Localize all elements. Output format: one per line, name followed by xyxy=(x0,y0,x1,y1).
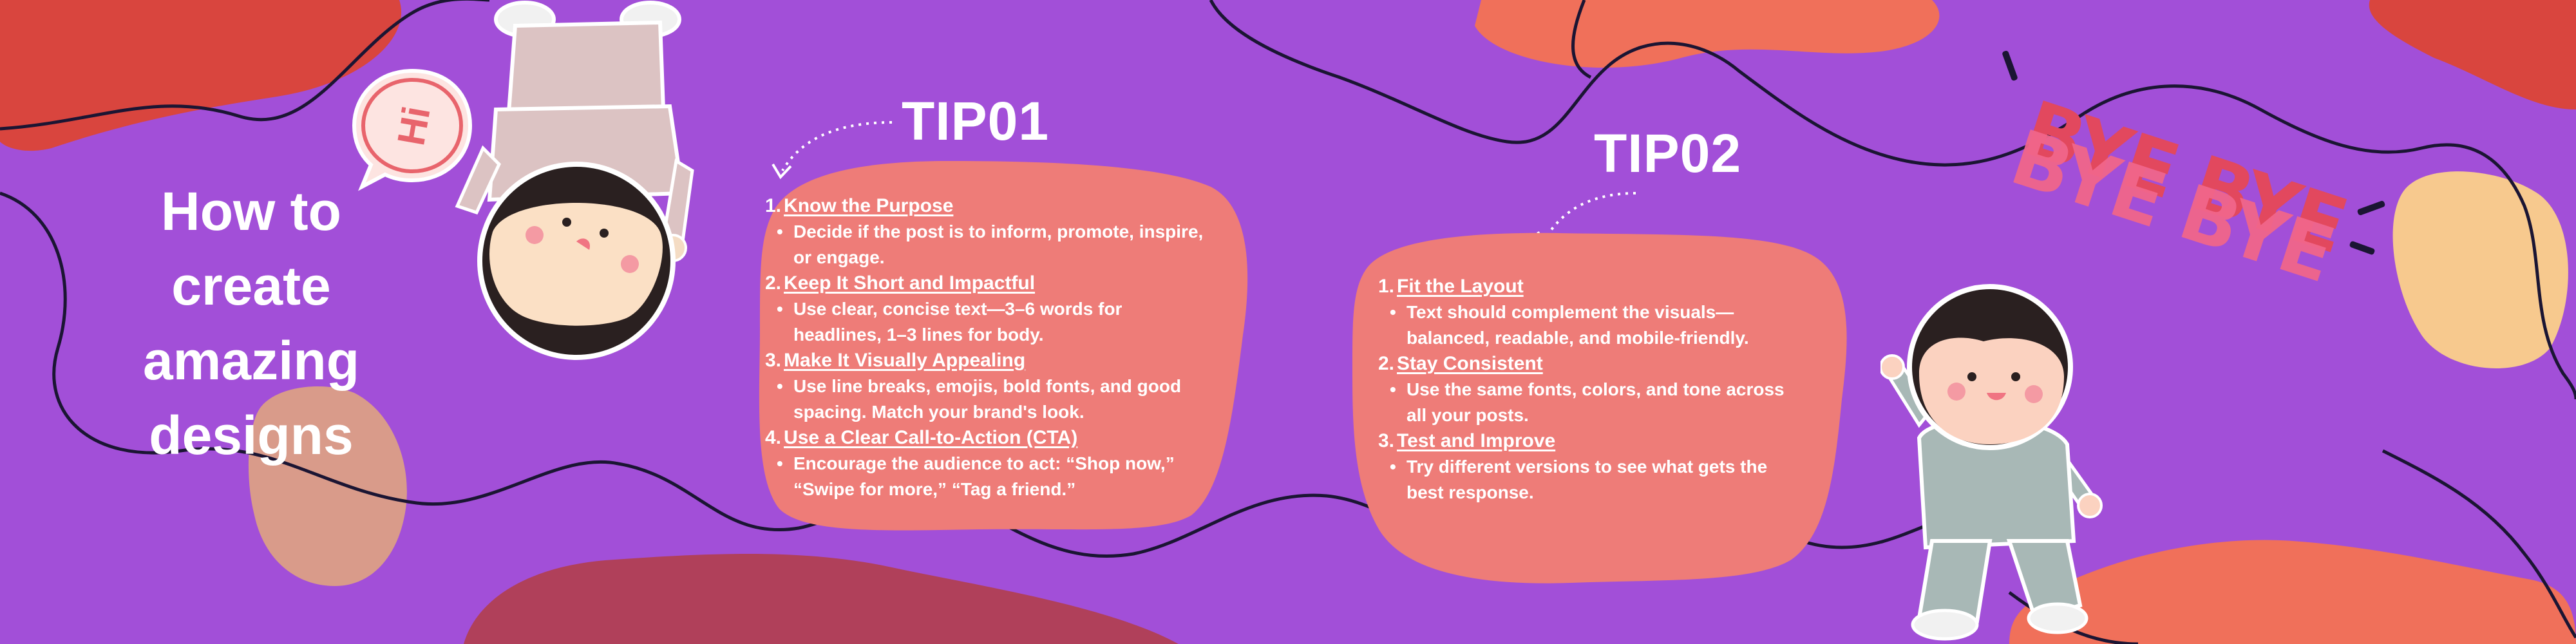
item-body-line: balanced, readable, and mobile-friendly. xyxy=(1406,328,1749,348)
page-title: How to create amazing designs xyxy=(97,174,406,473)
blob-right-peach xyxy=(2392,171,2568,369)
tip2-item: 2. Stay Consistent • Use the same fonts, c… xyxy=(1378,351,1842,428)
bullet-dot-icon: • xyxy=(1390,379,1396,399)
item-number: 1. xyxy=(1378,276,1395,297)
blob-top-right-orange xyxy=(1475,0,1940,68)
tip1-item: 3. Make It Visually Appealing • Use line b… xyxy=(765,348,1242,425)
item-body-line: Use line breaks, emojis, bold fonts, and… xyxy=(793,376,1182,396)
item-title: Know the Purpose xyxy=(784,195,954,216)
item-title: Fit the Layout xyxy=(1397,276,1524,297)
item-number: 2. xyxy=(765,272,782,294)
kid-waving-illustration xyxy=(1880,284,2103,641)
bullet-dot-icon: • xyxy=(777,222,783,242)
title-line: create xyxy=(171,256,331,316)
item-title: Stay Consistent xyxy=(1397,353,1543,374)
tip1-item: 4. Use a Clear Call-to-Action (CTA) • Enco… xyxy=(765,425,1242,502)
tip2-item: 1. Fit the Layout • Text should complement… xyxy=(1378,274,1842,351)
title-line: amazing xyxy=(142,330,360,391)
blob-bottom-center-maroon xyxy=(464,554,1179,644)
tip1-heading: TIP01 xyxy=(902,91,1050,151)
item-number: 2. xyxy=(1378,353,1395,374)
kid-upside-down-illustration xyxy=(455,1,694,360)
bullet-dot-icon: • xyxy=(777,376,783,396)
item-body-line: Use the same fonts, colors, and tone acr… xyxy=(1406,379,1785,399)
tip1-card: 1. Know the Purpose • Decide if the post i… xyxy=(765,193,1242,502)
bullet-dot-icon: • xyxy=(1390,302,1396,322)
item-body-line: Encourage the audience to act: “Shop now… xyxy=(793,453,1175,473)
item-title: Test and Improve xyxy=(1397,430,1556,451)
item-number: 4. xyxy=(765,427,782,448)
tip2-item: 3. Test and Improve • Try different versio… xyxy=(1378,428,1842,506)
item-title: Keep It Short and Impactful xyxy=(784,272,1036,294)
item-body-line: spacing. Match your brand's look. xyxy=(793,402,1084,422)
tip1-item: 2. Keep It Short and Impactful • Use clear… xyxy=(765,270,1242,348)
item-body-line: “Swipe for more,” “Tag a friend.” xyxy=(793,479,1076,499)
blob-top-right-red xyxy=(2369,0,2576,109)
bullet-dot-icon: • xyxy=(777,299,783,319)
title-line: designs xyxy=(149,405,354,466)
item-body-line: Text should complement the visuals— xyxy=(1406,302,1734,322)
speech-bubble-text: Hi xyxy=(389,103,438,149)
item-title: Use a Clear Call-to-Action (CTA) xyxy=(784,427,1078,448)
item-number: 1. xyxy=(765,195,782,216)
title-line: How to xyxy=(161,181,341,242)
item-body-line: Use clear, concise text—3–6 words for xyxy=(793,299,1122,319)
item-title: Make It Visually Appealing xyxy=(784,350,1026,371)
tip1-item: 1. Know the Purpose • Decide if the post i… xyxy=(765,193,1242,270)
item-body-line: Try different versions to see what gets … xyxy=(1406,457,1768,477)
bullet-dot-icon: • xyxy=(777,453,783,473)
bullet-dot-icon: • xyxy=(1390,457,1396,477)
item-body-line: or engage. xyxy=(793,247,885,267)
item-body-line: headlines, 1–3 lines for body. xyxy=(793,325,1044,345)
item-body-line: Decide if the post is to inform, promote… xyxy=(793,222,1204,242)
item-body-line: all your posts. xyxy=(1406,405,1529,425)
item-body-line: best response. xyxy=(1406,482,1534,502)
item-number: 3. xyxy=(765,350,782,371)
tip2-card: 1. Fit the Layout • Text should complement… xyxy=(1378,274,1842,506)
tip2-heading: TIP02 xyxy=(1594,123,1742,184)
item-number: 3. xyxy=(1378,430,1395,451)
